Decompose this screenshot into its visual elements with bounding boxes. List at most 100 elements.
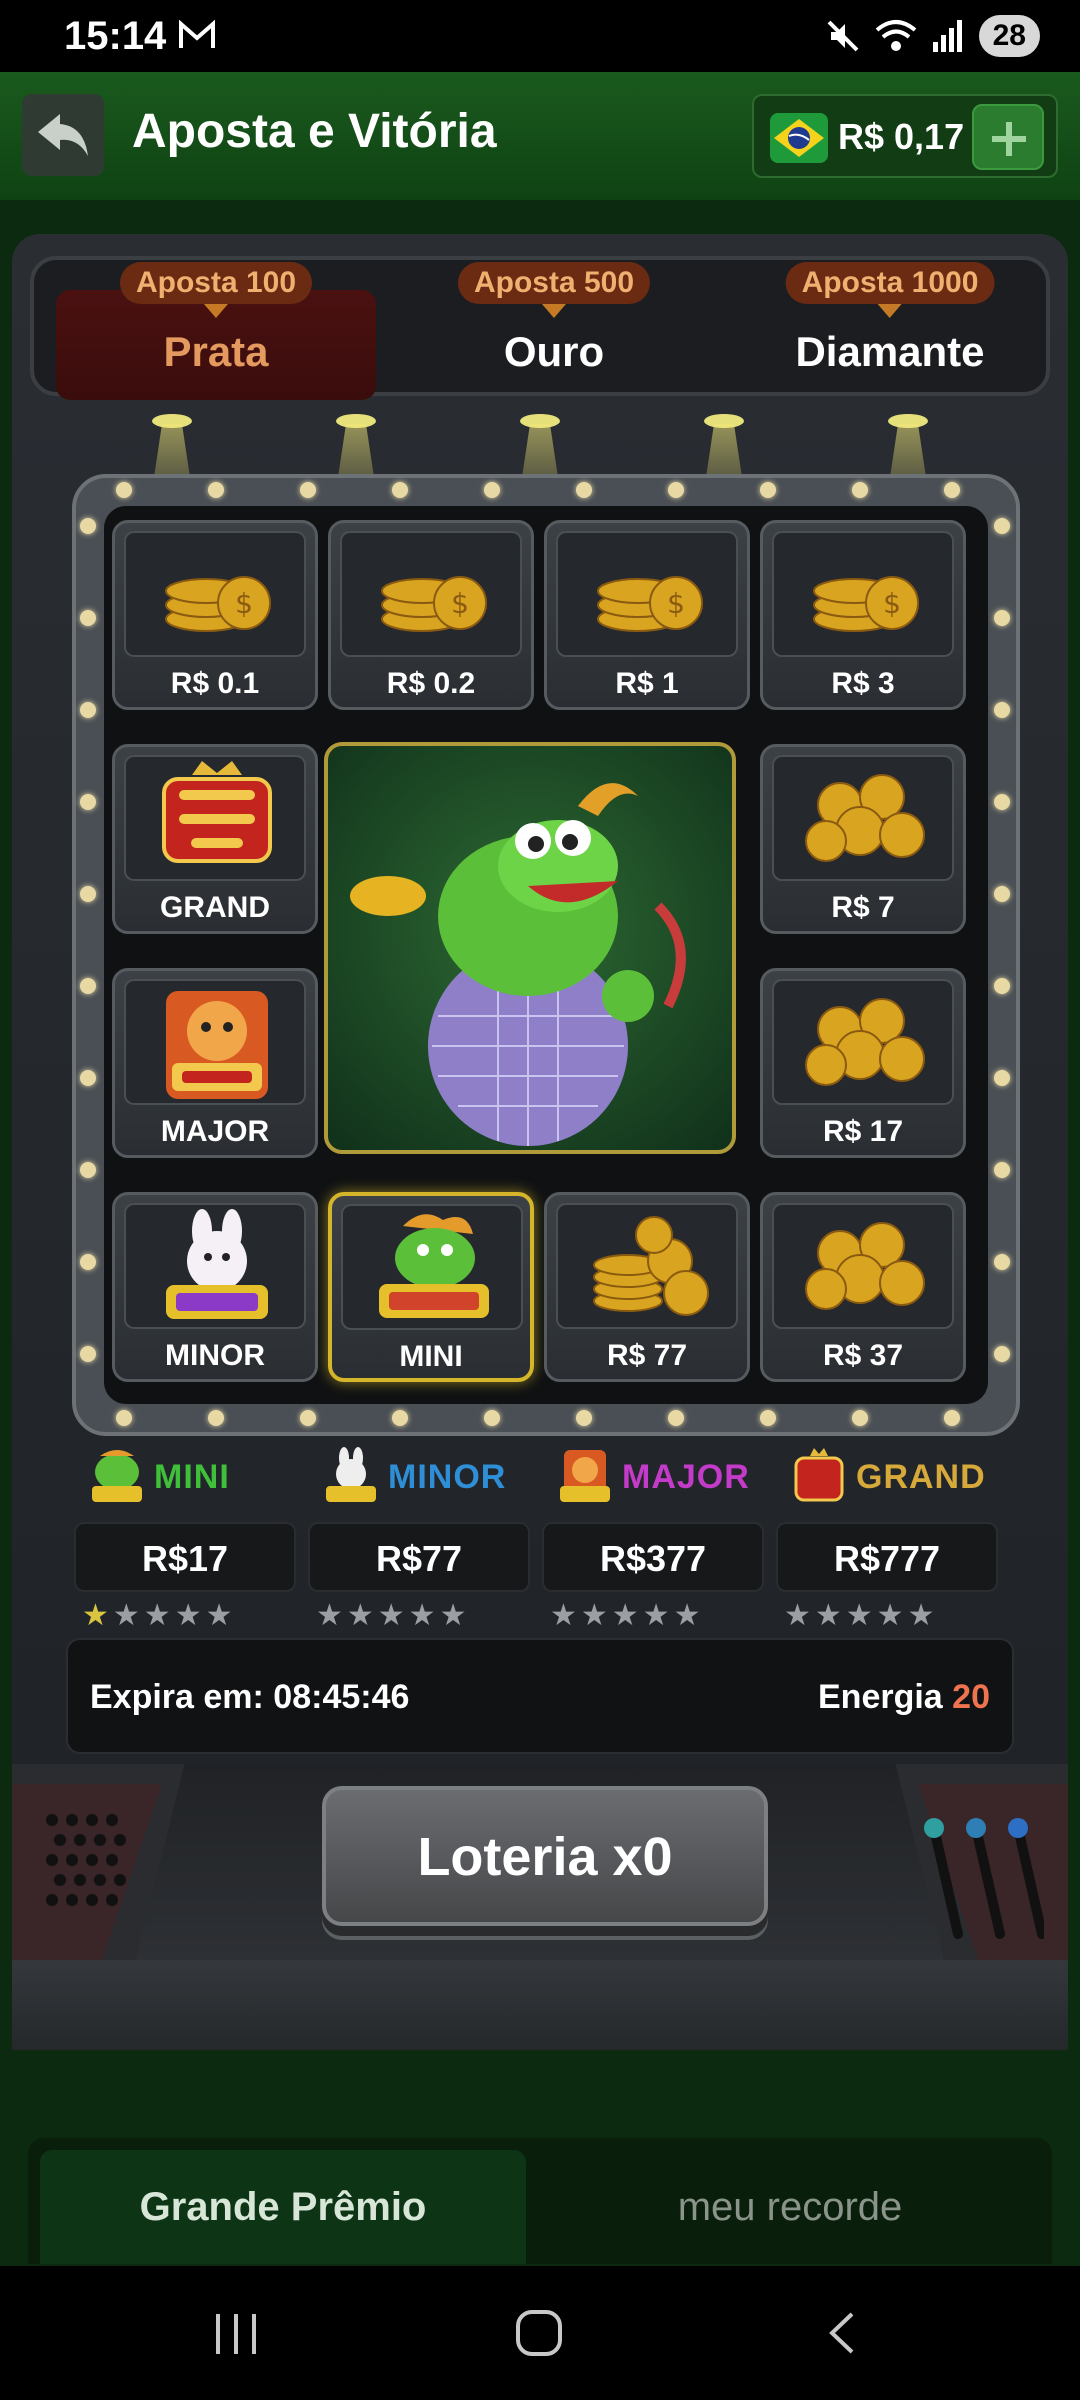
speaker-hole — [114, 1874, 126, 1886]
speaker-hole — [74, 1834, 86, 1846]
coins-icon: $ — [556, 531, 738, 657]
add-balance-button[interactable] — [972, 104, 1044, 170]
prize-tile: GRAND — [112, 744, 318, 934]
coins-icon: $ — [124, 531, 306, 657]
marquee-bulb — [994, 1346, 1010, 1362]
speaker-grille — [46, 1814, 136, 1914]
back-button[interactable] — [22, 94, 104, 176]
jackpot-grand: GRAND R$777 ★★★★★ — [776, 1444, 998, 1632]
tab-ouro[interactable]: Aposta 500 Ouro — [394, 262, 714, 400]
status-time: 15:14 — [64, 14, 167, 58]
signal-icon — [932, 20, 962, 52]
mail-icon — [179, 19, 215, 48]
app-header: Aposta e Vitória R$ 0,17 — [0, 72, 1080, 200]
expiry-timer: Expira em: 08:45:46 — [90, 1678, 410, 1716]
tile-label: R$ 0.1 — [170, 667, 260, 700]
wild-rabbit-icon — [124, 1203, 306, 1329]
marquee-bulb — [80, 1070, 96, 1086]
marquee-bulb — [80, 886, 96, 902]
svg-text:$: $ — [451, 587, 469, 620]
marquee-bulb — [852, 482, 868, 498]
prize-tile: R$ 7 — [760, 744, 966, 934]
speaker-hole — [94, 1874, 106, 1886]
jackpot-name: MINOR — [388, 1458, 507, 1496]
prize-tile: $ R$ 0.1 — [112, 520, 318, 710]
marquee-bulb — [994, 978, 1010, 994]
wild-tiger-icon — [124, 979, 306, 1105]
marquee-bulb — [116, 482, 132, 498]
jackpot-stars: ★★★★★ — [316, 1599, 471, 1632]
speaker-hole — [94, 1834, 106, 1846]
recent-apps-button[interactable] — [216, 2314, 258, 2354]
wild-rabbit-icon — [326, 1447, 376, 1502]
prize-tile: R$ 77 — [544, 1192, 750, 1382]
jackpot-value: R$77 — [308, 1522, 530, 1592]
lottery-button[interactable]: Loteria x0 — [322, 1786, 768, 1926]
coins-icon — [772, 1203, 954, 1329]
speaker-hole — [46, 1814, 58, 1826]
prize-board: $ R$ 0.1 $ R$ 0.2 $ R$ 1 $ R$ 3 GRAND R$… — [72, 474, 1020, 1436]
wild-dragon-icon — [341, 1204, 523, 1330]
coins-icon: $ — [772, 531, 954, 657]
jackpot-name: MINI — [154, 1458, 230, 1496]
wifi-icon — [875, 20, 916, 51]
status-bar: 15:14 28 — [0, 0, 1080, 72]
coins-icon — [772, 755, 954, 881]
speaker-hole — [46, 1894, 58, 1906]
marquee-bulb — [484, 482, 500, 498]
console-base — [12, 1960, 1068, 2050]
dragon-disco-art — [324, 742, 736, 1154]
tile-label: R$ 77 — [606, 1339, 688, 1372]
jackpot-header: MAJOR — [542, 1444, 764, 1508]
tab-meu-recorde[interactable]: meu recorde — [540, 2150, 1040, 2264]
wild-tiger-icon — [560, 1450, 610, 1502]
speaker-hole — [66, 1814, 78, 1826]
battery-indicator: 28 — [978, 15, 1040, 57]
prize-tile: $ R$ 3 — [760, 520, 966, 710]
tile-label: R$ 37 — [822, 1339, 904, 1372]
energy-label: Energia — [818, 1678, 943, 1716]
status-icons: 28 — [825, 14, 1040, 58]
prize-tile: MINOR — [112, 1192, 318, 1382]
energy-display: Energia 20 — [818, 1678, 990, 1717]
lever-controls — [924, 1818, 1044, 1939]
bottom-tabs: Grande Prêmio meu recorde — [28, 2138, 1052, 2264]
tab-diamante[interactable]: Aposta 1000 Diamante — [730, 262, 1050, 400]
marquee-bulb — [208, 482, 224, 498]
grand-win-icon — [794, 1448, 844, 1502]
prize-tile-selected: MINI — [328, 1192, 534, 1382]
nav-back-button[interactable] — [822, 2310, 862, 2356]
machine-console: Loteria x0 — [12, 1764, 1068, 2050]
speaker-hole — [74, 1874, 86, 1886]
speaker-hole — [54, 1834, 66, 1846]
speaker-hole — [66, 1854, 78, 1866]
tier-bet-badge: Aposta 100 — [119, 262, 313, 318]
marquee-bulb — [300, 1410, 316, 1426]
marquee-bulb — [80, 794, 96, 810]
jackpot-mini: MINI R$17 ★★★★★ — [74, 1444, 296, 1632]
marquee-bulb — [994, 886, 1010, 902]
marquee-bulb — [994, 610, 1010, 626]
marquee-bulb — [760, 482, 776, 498]
balance-box: R$ 0,17 — [752, 94, 1058, 178]
tier-bet-badge: Aposta 500 — [457, 262, 651, 318]
speaker-hole — [106, 1894, 118, 1906]
marquee-bulb — [944, 482, 960, 498]
jackpot-name: MAJOR — [622, 1458, 750, 1496]
marquee-bulb — [80, 610, 96, 626]
jackpot-value: R$377 — [542, 1522, 764, 1592]
marquee-bulb — [484, 1410, 500, 1426]
marquee-bulb — [80, 702, 96, 718]
speaker-hole — [114, 1834, 126, 1846]
tab-grande-premio[interactable]: Grande Prêmio — [40, 2150, 526, 2264]
tile-label: R$ 7 — [831, 891, 895, 924]
system-nav-bar — [0, 2266, 1080, 2400]
tile-label: MINI — [399, 1340, 463, 1373]
marquee-bulb — [994, 1162, 1010, 1178]
tier-tabs: Aposta 100 Prata Aposta 500 Ouro Aposta … — [30, 256, 1050, 400]
marquee-bulb — [80, 1254, 96, 1270]
tab-prata[interactable]: Aposta 100 Prata — [56, 262, 376, 400]
star-filled: ★ — [82, 1599, 113, 1632]
home-button[interactable] — [516, 2310, 562, 2356]
jackpot-header: MINOR — [308, 1444, 530, 1508]
